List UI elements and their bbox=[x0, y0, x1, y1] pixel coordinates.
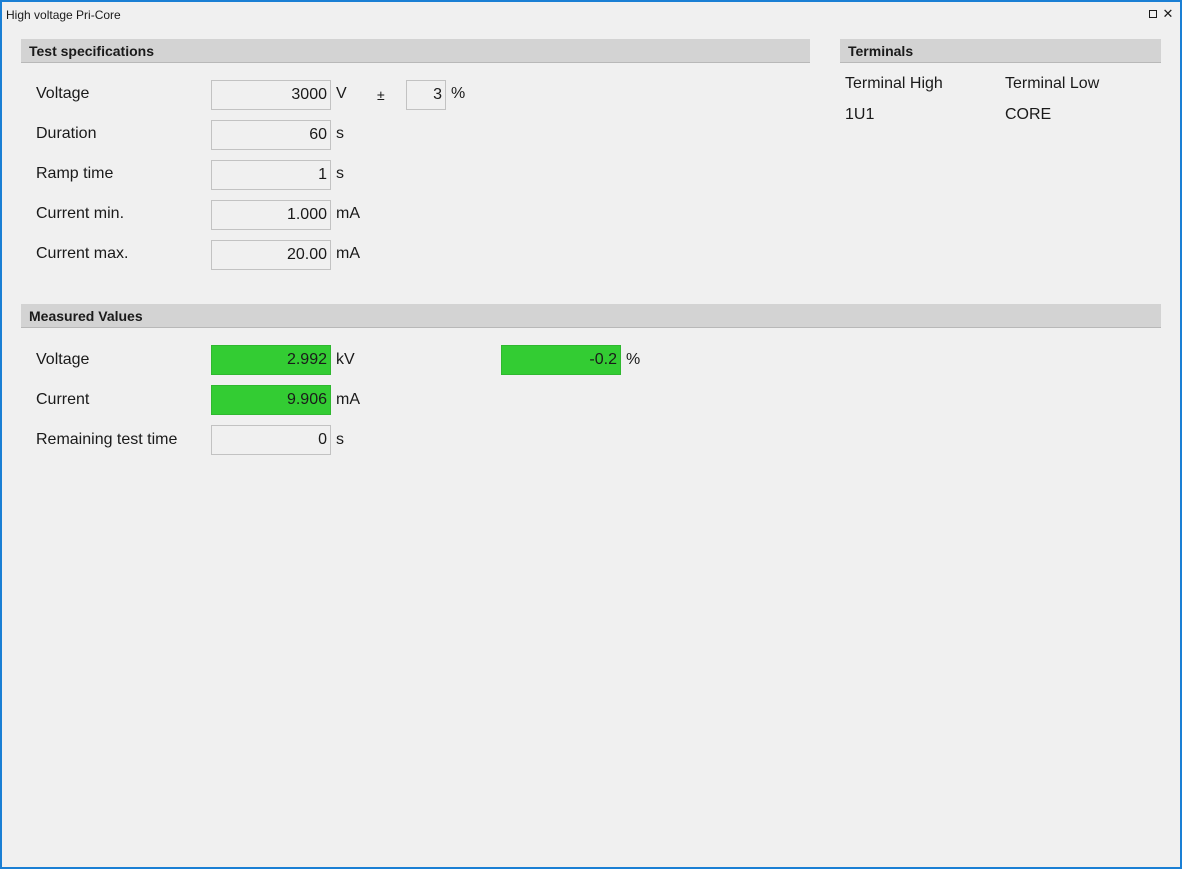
test-specifications-header: Test specifications bbox=[21, 39, 810, 63]
spec-voltage-field[interactable]: 3000 bbox=[211, 80, 331, 110]
terminal-high-label: Terminal High bbox=[845, 75, 943, 92]
measured-voltage-label: Voltage bbox=[36, 351, 90, 368]
terminal-high-value: 1U1 bbox=[845, 106, 875, 123]
spec-current-min-unit: mA bbox=[336, 205, 360, 222]
tolerance-sign: ± bbox=[377, 87, 385, 103]
measured-voltage-unit: kV bbox=[336, 351, 355, 368]
spec-ramp-unit: s bbox=[336, 165, 344, 182]
app-window: High voltage Pri-Core ✕ Test specificati… bbox=[0, 0, 1182, 869]
restore-icon[interactable] bbox=[1146, 6, 1160, 22]
close-icon[interactable]: ✕ bbox=[1161, 6, 1175, 22]
spec-ramp-field[interactable]: 1 bbox=[211, 160, 331, 190]
terminal-low-value: CORE bbox=[1005, 106, 1052, 123]
window-title: High voltage Pri-Core bbox=[6, 8, 121, 22]
measured-voltage-deviation-field: -0.2 bbox=[501, 345, 621, 375]
measured-values-header: Measured Values bbox=[21, 304, 1161, 328]
remaining-time-unit: s bbox=[336, 431, 344, 448]
spec-voltage-tolerance-unit: % bbox=[451, 85, 466, 102]
spec-duration-label: Duration bbox=[36, 125, 97, 142]
spec-voltage-tolerance-field[interactable]: 3 bbox=[406, 80, 446, 110]
spec-current-max-unit: mA bbox=[336, 245, 360, 262]
measured-current-label: Current bbox=[36, 391, 90, 408]
terminal-low-label: Terminal Low bbox=[1005, 75, 1100, 92]
spec-duration-unit: s bbox=[336, 125, 344, 142]
terminals-header: Terminals bbox=[840, 39, 1161, 63]
measured-current-field: 9.906 bbox=[211, 385, 331, 415]
title-bar: High voltage Pri-Core ✕ bbox=[2, 2, 1180, 28]
spec-voltage-unit: V bbox=[336, 85, 347, 102]
remaining-time-field: 0 bbox=[211, 425, 331, 455]
spec-voltage-label: Voltage bbox=[36, 85, 90, 102]
measured-current-unit: mA bbox=[336, 391, 360, 408]
spec-current-min-field[interactable]: 1.000 bbox=[211, 200, 331, 230]
spec-duration-field[interactable]: 60 bbox=[211, 120, 331, 150]
measured-voltage-field: 2.992 bbox=[211, 345, 331, 375]
spec-current-max-label: Current max. bbox=[36, 245, 129, 262]
remaining-time-label: Remaining test time bbox=[36, 431, 178, 448]
spec-current-max-field[interactable]: 20.00 bbox=[211, 240, 331, 270]
spec-current-min-label: Current min. bbox=[36, 205, 125, 222]
measured-voltage-deviation-unit: % bbox=[626, 351, 641, 368]
spec-ramp-label: Ramp time bbox=[36, 165, 114, 182]
